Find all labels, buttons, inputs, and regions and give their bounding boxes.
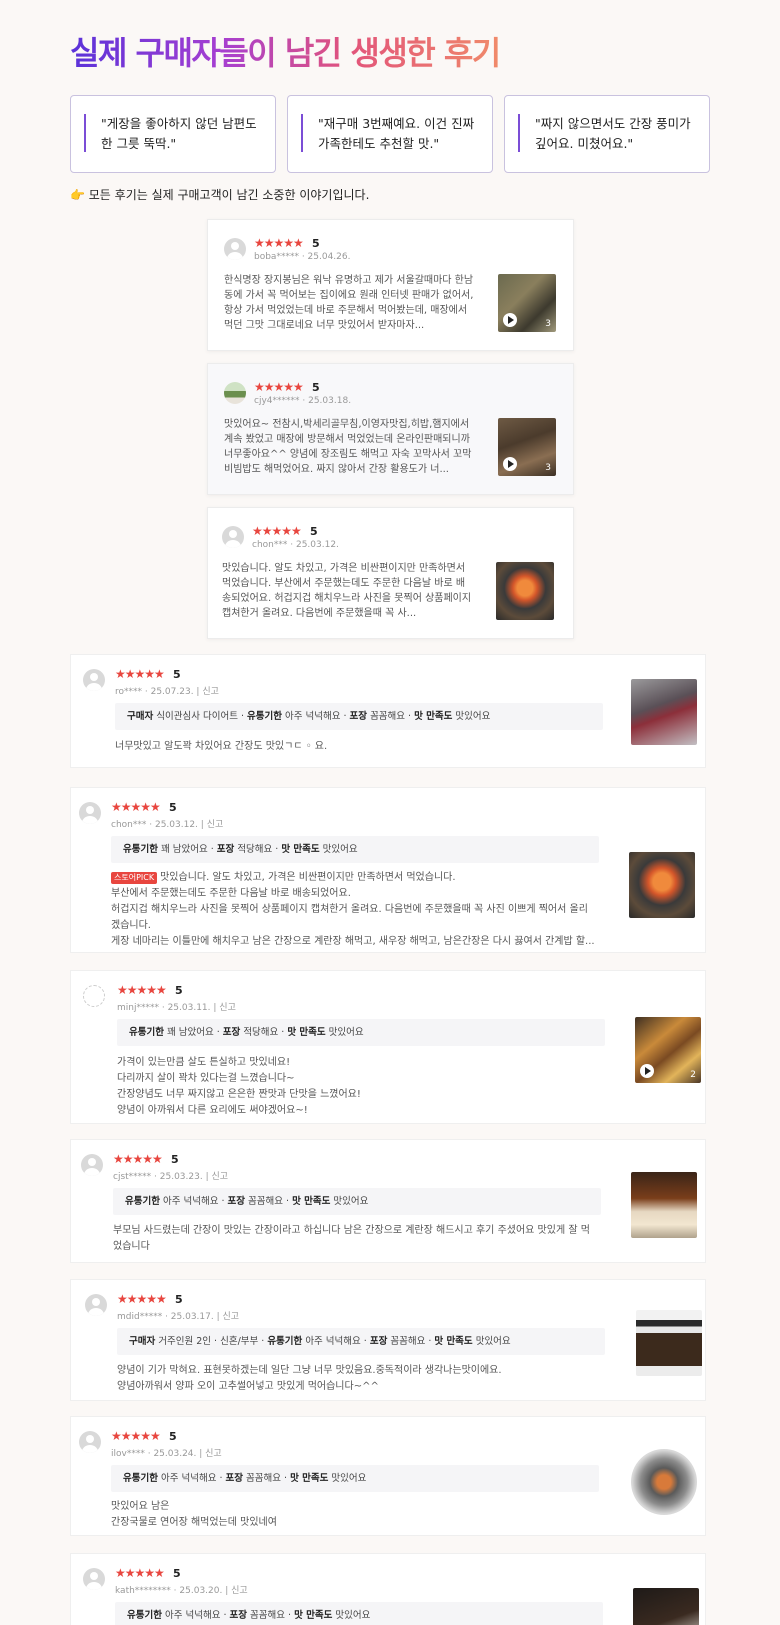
star-rating: ★★★★★ <box>117 983 167 997</box>
avatar <box>83 985 105 1007</box>
review-photo[interactable] <box>636 1310 702 1376</box>
report-link[interactable]: 신고 <box>219 1003 236 1013</box>
star-rating: ★★★★★ <box>117 1292 167 1306</box>
photo-count: 3 <box>545 319 551 329</box>
review-text: 맛있습니다. 알도 차있고, 가격은 비싼편이지만 만족하면서 먹었습니다. 부… <box>222 563 472 619</box>
star-rating: ★★★★★ <box>113 1152 163 1166</box>
highlight-quotes: "게장을 좋아하지 않던 남편도 한 그릇 뚝딱." "재구매 3번째예요. 이… <box>70 95 710 173</box>
highlight-quote: "재구매 3번째예요. 이건 진짜 가족한테도 추천할 맛." <box>287 95 493 173</box>
highlight-quote: "게장을 좋아하지 않던 남편도 한 그릇 뚝딱." <box>70 95 276 173</box>
review-meta: chon*** · 25.03.12. <box>252 540 339 550</box>
report-link[interactable]: 신고 <box>231 1586 248 1596</box>
avatar <box>83 1568 105 1590</box>
review-photo[interactable] <box>631 1172 697 1238</box>
review-notice: 👉 모든 후기는 실제 구매고객이 남긴 소중한 이야기입니다. <box>70 188 370 202</box>
avatar <box>85 1294 107 1316</box>
review-tags: 구매자 식이관심사 다이어트 · 유통기한 아주 넉넉해요 · 포장 꼼꼼해요 … <box>115 703 603 730</box>
review-meta: mdid***** · 25.03.17. | 신고 <box>117 1312 240 1322</box>
review-text: 한식명장 장지봉님은 워낙 유명하고 제가 서울갈때마다 한남동에 가서 꼭 먹… <box>224 275 474 331</box>
photo-count: 3 <box>545 463 551 473</box>
report-link[interactable]: 신고 <box>205 1449 222 1459</box>
rating-score: 5 <box>169 1430 177 1443</box>
review-row[interactable]: ★★★★★ 5 cjst***** · 25.03.23. | 신고 유통기한 … <box>70 1139 706 1263</box>
avatar <box>79 802 101 824</box>
avatar <box>81 1154 103 1176</box>
report-link[interactable]: 신고 <box>211 1172 228 1182</box>
review-meta: ilov**** · 25.03.24. | 신고 <box>111 1449 222 1459</box>
review-photo[interactable] <box>496 562 554 620</box>
review-text: 스토어PICK 맛있습니다. 알도 차있고, 가격은 비싼편이지만 만족하면서 먹… <box>111 872 595 947</box>
photo-count: 2 <box>690 1070 696 1080</box>
report-link[interactable]: 신고 <box>207 820 224 830</box>
play-icon[interactable] <box>640 1064 654 1078</box>
star-rating: ★★★★★ <box>115 1566 165 1580</box>
avatar <box>224 238 246 260</box>
star-rating: ★★★★★ <box>111 1429 161 1443</box>
rating-score: 5 <box>312 381 320 394</box>
review-text: 부모님 사드렸는데 간장이 맛있는 간장이라고 하십니다 남은 간장으로 계란장… <box>113 1225 590 1252</box>
review-meta: boba***** · 25.04.26. <box>254 252 351 262</box>
review-photo[interactable]: 3 <box>498 418 556 476</box>
play-icon[interactable] <box>503 457 517 471</box>
star-rating: ★★★★★ <box>254 380 304 394</box>
review-text: 가격이 있는만큼 살도 튼실하고 맛있네요! 다리까지 살이 꽉차 있다는걸 느… <box>117 1057 361 1116</box>
star-rating: ★★★★★ <box>254 236 304 250</box>
review-text: 맛있어요 남은 간장국물로 연어장 해먹었는데 맛있네여 <box>111 1501 277 1528</box>
review-text: 양념이 기가 막혀요. 표현못하겠는데 일단 그냥 너무 맛있음요.중독적이라 … <box>117 1365 502 1392</box>
review-photo[interactable] <box>633 1588 699 1625</box>
review-row[interactable]: ★★★★★ 5 ro**** · 25.07.23. | 신고 구매자 식이관심… <box>70 654 706 768</box>
review-meta: kath******** · 25.03.20. | 신고 <box>115 1586 248 1596</box>
review-row[interactable]: ★★★★★ 5 kath******** · 25.03.20. | 신고 유통… <box>70 1553 706 1625</box>
avatar <box>222 526 244 548</box>
review-meta: minj***** · 25.03.11. | 신고 <box>117 1003 236 1013</box>
star-rating: ★★★★★ <box>111 800 161 814</box>
report-link[interactable]: 신고 <box>202 687 219 697</box>
avatar <box>83 669 105 691</box>
review-text: 맛있어요~ 전참시,박세리골무침,이영자맛집,히밥,햄지에서 계속 봤었고 매장… <box>224 419 472 475</box>
page-title: 실제 구매자들이 남긴 생생한 후기 <box>70 28 501 74</box>
review-photo[interactable] <box>629 852 695 918</box>
review-tags: 유통기한 아주 넉넉해요 · 포장 꼼꼼해요 · 맛 만족도 맛있어요 <box>113 1188 601 1215</box>
store-pick-badge: 스토어PICK <box>111 872 158 884</box>
rating-score: 5 <box>171 1153 179 1166</box>
rating-score: 5 <box>175 984 183 997</box>
review-photo[interactable]: 2 <box>635 1017 701 1083</box>
review-row[interactable]: ★★★★★ 5 chon*** · 25.03.12. | 신고 유통기한 꽤 … <box>70 787 706 953</box>
review-tags: 유통기한 꽤 남았어요 · 포장 적당해요 · 맛 만족도 맛있어요 <box>111 836 599 863</box>
review-row[interactable]: ★★★★★ 5 mdid***** · 25.03.17. | 신고 구매자 거… <box>70 1279 706 1401</box>
review-photo[interactable]: 3 <box>498 274 556 332</box>
review-meta: cjst***** · 25.03.23. | 신고 <box>113 1172 229 1182</box>
review-text: 너무맛있고 알도꽉 차있어요 간장도 맛있ㄱㄷ ◦ 요. <box>115 741 328 752</box>
review-row[interactable]: ★★★★★ 5 minj***** · 25.03.11. | 신고 유통기한 … <box>70 970 706 1124</box>
star-rating: ★★★★★ <box>115 667 165 681</box>
highlight-quote: "짜지 않으면서도 간장 풍미가 깊어요. 미쳤어요." <box>504 95 710 173</box>
review-photo[interactable] <box>631 679 697 745</box>
star-rating: ★★★★★ <box>252 524 302 538</box>
review-card[interactable]: ★★★★★ 5 chon*** · 25.03.12. 맛있습니다. 알도 차있… <box>207 507 574 639</box>
rating-score: 5 <box>173 1567 181 1580</box>
review-card[interactable]: ★★★★★ 5 boba***** · 25.04.26. 한식명장 장지봉님은… <box>207 219 574 351</box>
review-tags: 유통기한 아주 넉넉해요 · 포장 꼼꼼해요 · 맛 만족도 맛있어요 <box>111 1465 599 1492</box>
rating-score: 5 <box>173 668 181 681</box>
review-tags: 유통기한 아주 넉넉해요 · 포장 꼼꼼해요 · 맛 만족도 맛있어요 <box>115 1602 603 1625</box>
avatar <box>224 382 246 404</box>
report-link[interactable]: 신고 <box>223 1312 240 1322</box>
play-icon[interactable] <box>503 313 517 327</box>
review-photo[interactable] <box>631 1449 697 1515</box>
review-meta: ro**** · 25.07.23. | 신고 <box>115 687 219 697</box>
avatar <box>79 1431 101 1453</box>
review-tags: 유통기한 꽤 남았어요 · 포장 적당해요 · 맛 만족도 맛있어요 <box>117 1019 605 1046</box>
review-meta: cjy4****** · 25.03.18. <box>254 396 352 406</box>
rating-score: 5 <box>169 801 177 814</box>
rating-score: 5 <box>310 525 318 538</box>
review-card[interactable]: ★★★★★ 5 cjy4****** · 25.03.18. 맛있어요~ 전참시… <box>207 363 574 495</box>
rating-score: 5 <box>175 1293 183 1306</box>
review-meta: chon*** · 25.03.12. | 신고 <box>111 820 224 830</box>
review-tags: 구매자 거주인원 2인 · 신혼/부부 · 유통기한 아주 넉넉해요 · 포장 … <box>117 1328 605 1355</box>
rating-score: 5 <box>312 237 320 250</box>
review-row[interactable]: ★★★★★ 5 ilov**** · 25.03.24. | 신고 유통기한 아… <box>70 1416 706 1536</box>
